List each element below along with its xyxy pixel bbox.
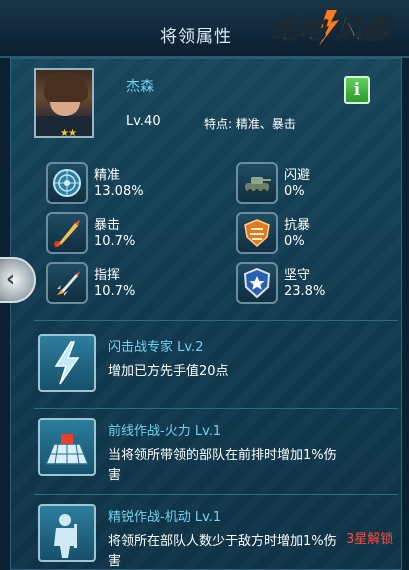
stat-label: 精准 [94,168,121,183]
stat-value: 23.8% [284,284,326,299]
skill-item[interactable]: 精锐作战-机动 Lv.1 将领所在部队人数少于敌方时增加1%伤害 [34,500,399,570]
armor-shield-icon [236,212,278,254]
skill-description: 增加已方先手值20点 [108,364,229,379]
chevron-left-icon: ‹ [6,267,16,292]
skill-item[interactable]: 闪击战专家 Lv.2 增加已方先手值20点 [34,330,399,410]
title-bar: 将领属性 绝地 风暴 [0,0,409,58]
svg-text:风暴: 风暴 [335,14,391,45]
skill-item[interactable]: 前线作战-火力 Lv.1 当将领所带领的部队在前排时增加1%伤害 [34,414,399,494]
skill-description: 将领所在部队人数少于敌方时增加1%伤害 [108,534,337,569]
divider [34,494,398,495]
stat-label: 暴击 [94,218,121,233]
stat-value: 13.08% [94,184,144,199]
stat-label: 闪避 [284,168,311,183]
stat-label: 指挥 [94,268,121,283]
stat-accuracy: 精准 13.08% [46,162,216,204]
unlock-requirement: 3星解锁 [346,532,394,547]
stat-crit: 暴击 10.7% [46,212,216,254]
lightning-icon [38,334,96,392]
skill-description: 当将领所带领的部队在前排时增加1%伤害 [108,448,337,483]
star-rating: ★★ [60,128,77,138]
divider [34,408,398,409]
hero-card: ★★ 杰森 Lv.40 特点: 精准、暴击 i [32,64,397,140]
hero-level: Lv.40 [126,114,161,129]
stat-defense: 坚守 23.8% [236,262,406,304]
svg-text:绝地: 绝地 [271,14,328,45]
divider [34,320,398,321]
game-logo: 绝地 风暴 [269,6,401,48]
stat-label: 坚守 [284,268,311,283]
star-shield-icon [236,262,278,304]
skill-name: 前线作战-火力 Lv.1 [108,424,222,439]
stat-value: 10.7% [94,234,136,249]
missile-icon [46,212,88,254]
stat-command: 指挥 10.7% [46,262,216,304]
hero-name: 杰森 [126,79,154,95]
stat-crit-resist: 抗暴 0% [236,212,406,254]
hero-portrait[interactable]: ★★ [34,68,94,138]
rocket-icon [46,262,88,304]
skill-name: 闪击战专家 Lv.2 [108,340,204,355]
soldier-icon [38,504,96,562]
stat-evasion: 闪避 0% [236,162,406,204]
stat-label: 抗暴 [284,218,311,233]
stat-value: 0% [284,234,305,249]
page-title: 将领属性 [160,27,232,47]
grid-formation-icon [38,418,96,476]
info-button[interactable]: i [344,76,370,104]
skill-name: 精锐作战-机动 Lv.1 [108,510,222,525]
tank-icon [236,162,278,204]
stat-value: 10.7% [94,284,136,299]
hero-trait: 特点: 精准、暴击 [204,117,296,131]
stat-value: 0% [284,184,305,199]
radar-icon [46,162,88,204]
